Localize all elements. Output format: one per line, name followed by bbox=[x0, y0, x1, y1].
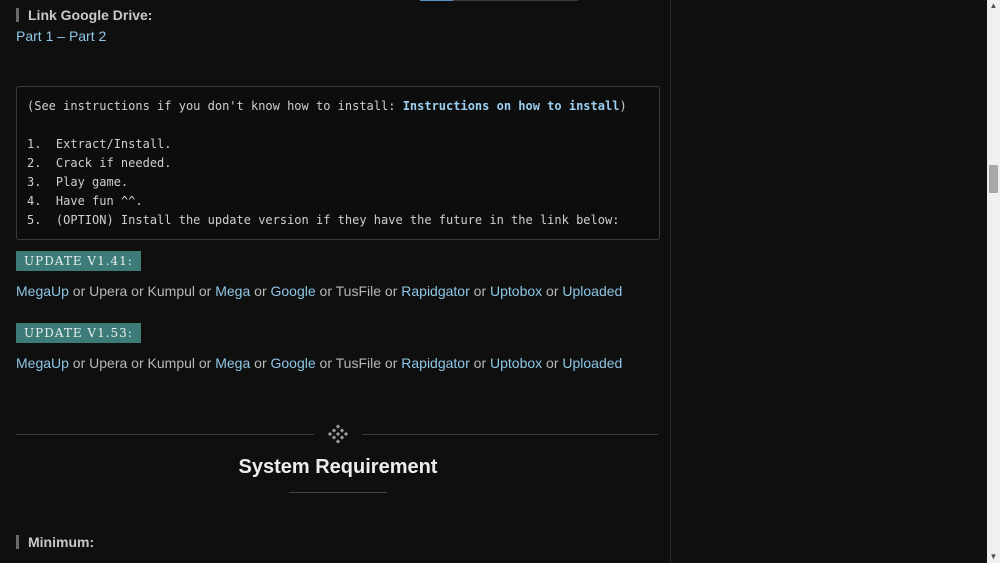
upera-text: Upera bbox=[89, 355, 128, 371]
or-text: or bbox=[542, 283, 563, 299]
or-text: or bbox=[127, 283, 148, 299]
instructions-suffix: ) bbox=[619, 99, 627, 113]
update-badge-v141: UPDATE V1.41: bbox=[16, 251, 141, 271]
or-text: or bbox=[195, 283, 216, 299]
article-content: Link Google Drive: Part 1 – Part 2 (See … bbox=[0, 0, 670, 563]
or-text: or bbox=[469, 355, 490, 371]
rapidgator-link[interactable]: Rapidgator bbox=[401, 355, 470, 371]
section-divider-right bbox=[362, 434, 658, 435]
google-link[interactable]: Google bbox=[271, 355, 316, 371]
scroll-down-arrow-icon[interactable]: ▼ bbox=[987, 551, 1000, 563]
tusfile-text: TusFile bbox=[335, 283, 382, 299]
or-text: or bbox=[127, 355, 148, 371]
part-2-link[interactable]: Part 2 bbox=[69, 28, 106, 44]
step-1: 1. Extract/Install. bbox=[27, 137, 172, 151]
parts-separator: – bbox=[53, 28, 69, 44]
kumpul-text: Kumpul bbox=[147, 283, 195, 299]
or-text: or bbox=[381, 355, 402, 371]
instructions-intro: (See instructions if you don't know how … bbox=[27, 99, 627, 113]
kumpul-text: Kumpul bbox=[147, 355, 195, 371]
instructions-box: (See instructions if you don't know how … bbox=[16, 86, 660, 240]
or-text: or bbox=[68, 283, 90, 299]
system-requirement-title: System Requirement bbox=[238, 456, 438, 478]
google-link[interactable]: Google bbox=[271, 283, 316, 299]
top-progress-bar bbox=[420, 0, 578, 1]
instructions-link[interactable]: Instructions on how to install bbox=[403, 99, 620, 113]
mirror-links-v141: MegaUp or Upera or Kumpul or Mega or Goo… bbox=[16, 283, 622, 299]
or-text: or bbox=[315, 355, 336, 371]
step-5: 5. (OPTION) Install the update version i… bbox=[27, 213, 620, 227]
uptobox-link[interactable]: Uptobox bbox=[490, 355, 542, 371]
uploaded-link[interactable]: Uploaded bbox=[562, 355, 622, 371]
mega-link[interactable]: Mega bbox=[215, 283, 250, 299]
or-text: or bbox=[381, 283, 402, 299]
section-divider-left bbox=[16, 434, 314, 435]
upera-text: Upera bbox=[89, 283, 128, 299]
page-scrollbar[interactable]: ▲ ▼ bbox=[987, 0, 1000, 563]
or-text: or bbox=[542, 355, 563, 371]
step-2: 2. Crack if needed. bbox=[27, 156, 172, 170]
step-3: 3. Play game. bbox=[27, 175, 129, 189]
drive-heading: Link Google Drive: bbox=[16, 8, 152, 22]
or-text: or bbox=[250, 355, 271, 371]
step-4: 4. Have fun ^^. bbox=[27, 194, 143, 208]
instructions-prefix: (See instructions if you don't know how … bbox=[27, 99, 403, 113]
title-underline bbox=[289, 492, 387, 493]
megaup-link[interactable]: MegaUp bbox=[16, 355, 69, 371]
tusfile-text: TusFile bbox=[335, 355, 382, 371]
or-text: or bbox=[195, 355, 216, 371]
or-text: or bbox=[315, 283, 336, 299]
part-1-link[interactable]: Part 1 bbox=[16, 28, 53, 44]
minimum-heading: Minimum: bbox=[16, 535, 94, 549]
sidebar bbox=[670, 0, 988, 563]
or-text: or bbox=[68, 355, 90, 371]
mega-link[interactable]: Mega bbox=[215, 355, 250, 371]
mirror-links-v153: MegaUp or Upera or Kumpul or Mega or Goo… bbox=[16, 355, 622, 371]
scrollbar-thumb[interactable] bbox=[989, 165, 998, 193]
megaup-link[interactable]: MegaUp bbox=[16, 283, 69, 299]
rapidgator-link[interactable]: Rapidgator bbox=[401, 283, 470, 299]
uptobox-link[interactable]: Uptobox bbox=[490, 283, 542, 299]
update-badge-v153: UPDATE V1.53: bbox=[16, 323, 141, 343]
uploaded-link[interactable]: Uploaded bbox=[562, 283, 622, 299]
diamond-dots-icon bbox=[328, 424, 348, 444]
or-text: or bbox=[469, 283, 490, 299]
drive-parts: Part 1 – Part 2 bbox=[16, 28, 106, 44]
scroll-up-arrow-icon[interactable]: ▲ bbox=[987, 0, 1000, 12]
or-text: or bbox=[250, 283, 271, 299]
